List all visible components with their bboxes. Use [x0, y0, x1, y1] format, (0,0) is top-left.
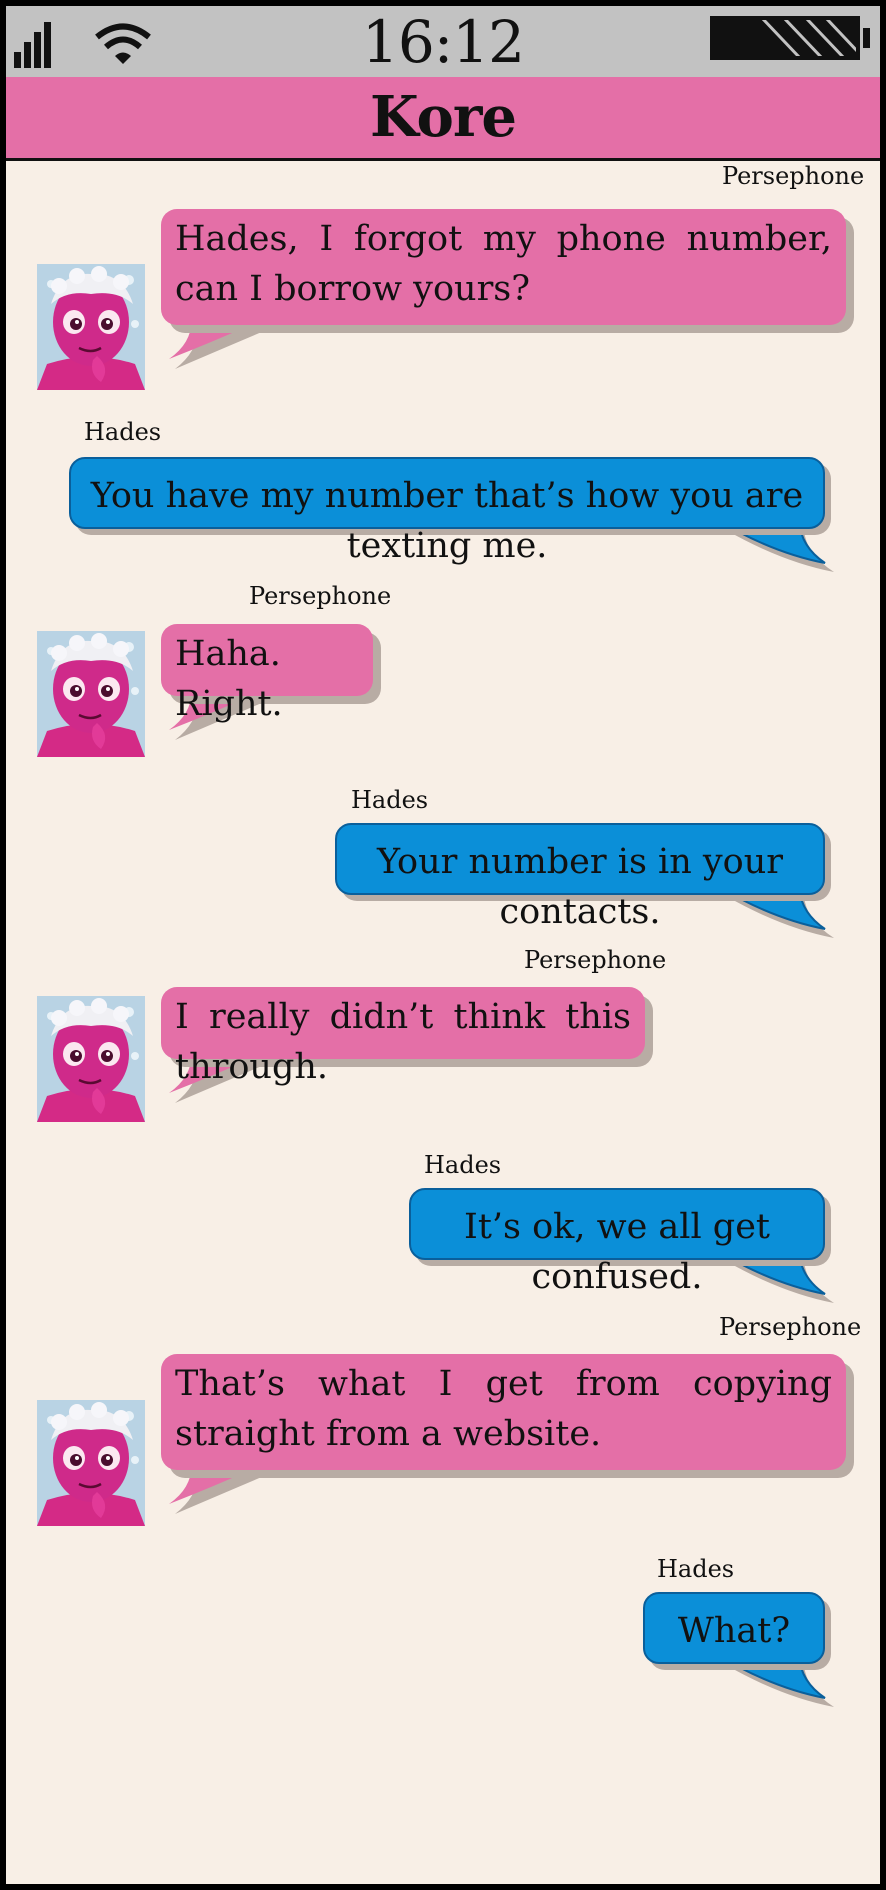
message-text: I really didn’t think this through.	[161, 987, 645, 1087]
sender-label-persephone: Persephone	[719, 1313, 862, 1341]
message-text: You have my number that’s how you are te…	[69, 457, 825, 566]
message-bubble-persephone[interactable]: I really didn’t think this through.	[161, 987, 645, 1103]
sender-label-hades: Hades	[424, 1151, 502, 1179]
chat-title: Kore	[370, 84, 517, 150]
message-text: What?	[643, 1592, 825, 1664]
sender-label-persephone: Persephone	[722, 162, 865, 190]
battery-icon	[710, 16, 860, 60]
status-bar: 16:12	[6, 6, 880, 77]
avatar-persephone	[37, 264, 145, 390]
message-text: Hades, I forgot my phone number, can I b…	[161, 209, 846, 325]
message-bubble-persephone[interactable]: That’s what I get from copying straight …	[161, 1354, 846, 1514]
phone-screen: 16:12 Kore Persephone Hades, I forgot my …	[6, 6, 880, 1884]
message-text: Haha. Right.	[161, 624, 373, 724]
avatar-persephone	[37, 631, 145, 757]
avatar-persephone	[37, 996, 145, 1122]
message-text: That’s what I get from copying straight …	[161, 1354, 846, 1470]
chat-header: Kore	[6, 77, 880, 161]
message-text: Your number is in your contacts.	[335, 823, 825, 932]
message-bubble-hades[interactable]: You have my number that’s how you are te…	[69, 457, 834, 572]
bubble-tail	[715, 520, 834, 572]
message-bubble-persephone[interactable]: Hades, I forgot my phone number, can I b…	[161, 209, 846, 369]
message-text: It’s ok, we all get confused.	[409, 1188, 825, 1297]
sender-label-hades: Hades	[657, 1555, 735, 1583]
avatar-persephone	[37, 1400, 145, 1526]
message-bubble-hades[interactable]: It’s ok, we all get confused.	[409, 1188, 834, 1303]
bubble-tail	[715, 1655, 834, 1707]
sender-label-hades: Hades	[84, 418, 162, 446]
sender-label-hades: Hades	[351, 786, 429, 814]
sender-label-persephone: Persephone	[524, 946, 667, 974]
message-bubble-hades[interactable]: Your number is in your contacts.	[335, 823, 834, 938]
bubble-tail	[715, 886, 834, 938]
message-bubble-hades[interactable]: What?	[643, 1592, 834, 1707]
sender-label-persephone: Persephone	[249, 582, 392, 610]
bubble-tail	[715, 1251, 834, 1303]
message-bubble-persephone[interactable]: Haha. Right.	[161, 624, 373, 740]
battery-tip	[863, 28, 870, 48]
